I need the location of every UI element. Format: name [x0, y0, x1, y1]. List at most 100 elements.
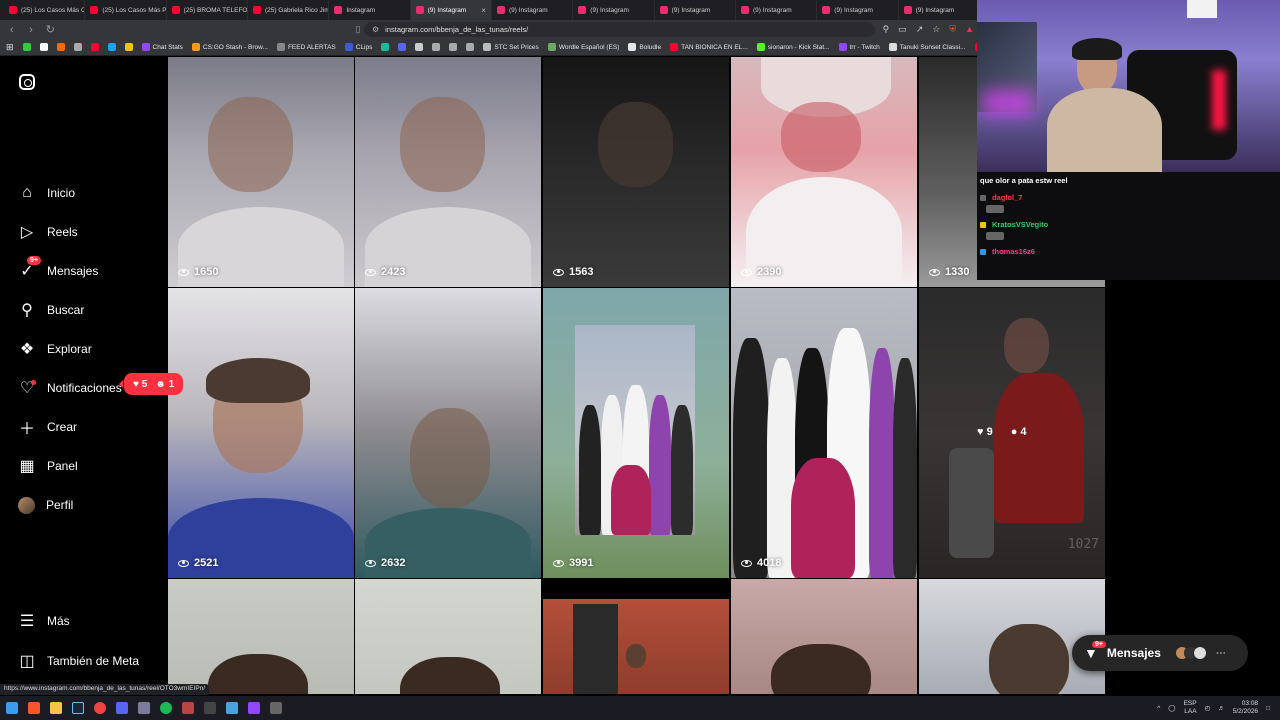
- nav-reels[interactable]: ▷ Reels: [18, 221, 78, 243]
- windows-start-icon[interactable]: [6, 702, 18, 714]
- reel-thumbnail[interactable]: [168, 579, 354, 694]
- bookmark-item[interactable]: Chat Stats: [141, 43, 183, 51]
- cast-icon[interactable]: ▭: [898, 24, 907, 35]
- app-icon[interactable]: [138, 702, 150, 714]
- share-icon[interactable]: ↗: [916, 24, 924, 35]
- obs-icon[interactable]: [182, 702, 194, 714]
- browser-tab[interactable]: (25) BROMA TELEFON: [167, 0, 248, 20]
- bookmark-item[interactable]: [381, 43, 390, 51]
- apps-icon[interactable]: ⊞: [6, 42, 14, 53]
- notifications-popup[interactable]: ♥ 5 ☻ 1: [118, 373, 184, 395]
- bookmark-item[interactable]: [432, 43, 441, 51]
- nav-buscar[interactable]: ⚲ Buscar: [18, 299, 84, 321]
- nav-crear[interactable]: ＋ Crear: [18, 416, 77, 438]
- nav-mas[interactable]: ☰ Más: [18, 610, 70, 632]
- back-icon[interactable]: ‹: [6, 24, 17, 36]
- bookmark-icon[interactable]: ▯: [352, 24, 364, 35]
- discord-icon[interactable]: [116, 702, 128, 714]
- bookmark-item[interactable]: FEED ALERTAS: [276, 43, 336, 51]
- reel-thumbnail[interactable]: [355, 579, 541, 694]
- reel-thumbnail[interactable]: 2632: [355, 288, 541, 578]
- browser-tab[interactable]: (9) Instagram ×: [410, 0, 492, 20]
- bookmark-item[interactable]: trr - Twitch: [838, 43, 880, 51]
- nav-notificaciones[interactable]: ♡ Notificaciones: [18, 377, 122, 399]
- chrome-icon[interactable]: [94, 702, 106, 714]
- bookmark-item[interactable]: [39, 43, 48, 51]
- rewards-icon[interactable]: ▲: [965, 24, 974, 35]
- reel-thumbnail[interactable]: [731, 579, 917, 694]
- bookmark-item[interactable]: [56, 43, 65, 51]
- bookmark-item[interactable]: STC Set Prices: [483, 43, 539, 51]
- bookmark-item[interactable]: [107, 43, 116, 51]
- forward-icon[interactable]: ›: [25, 24, 36, 36]
- twitch-icon[interactable]: [248, 702, 260, 714]
- browser-tab[interactable]: (9) Instagram: [899, 0, 980, 20]
- browser-tab[interactable]: Instagram: [329, 0, 411, 20]
- bookmark-item[interactable]: [449, 43, 458, 51]
- bookmark-item[interactable]: [90, 43, 99, 51]
- reel-thumbnail[interactable]: [543, 579, 729, 694]
- nav-explorar[interactable]: ❖ Explorar: [18, 338, 92, 360]
- reel-thumbnail[interactable]: 1650: [168, 57, 354, 287]
- language-indicator[interactable]: ESP LAA: [1184, 700, 1197, 716]
- reload-icon[interactable]: ↻: [45, 23, 56, 36]
- network-icon[interactable]: ◯: [1168, 704, 1175, 712]
- browser-tab[interactable]: (9) Instagram: [492, 0, 574, 20]
- bookmark-favicon-icon: [547, 43, 556, 51]
- bookmark-item[interactable]: Wordle Español (ES): [547, 43, 619, 51]
- chevron-up-icon[interactable]: ^: [1157, 705, 1160, 712]
- instagram-logo-icon[interactable]: [19, 74, 35, 90]
- clock[interactable]: 03:08 5/2/2026: [1233, 700, 1258, 716]
- nav-mensajes[interactable]: ✓ 9+ Mensajes: [18, 256, 98, 282]
- bookmark-item[interactable]: [124, 43, 133, 51]
- favicon-icon: [903, 6, 912, 14]
- nav-perfil[interactable]: Perfil: [18, 494, 73, 516]
- brave-shield-icon[interactable]: ⛨: [949, 24, 956, 35]
- app-icon[interactable]: [270, 702, 282, 714]
- reel-thumbnail[interactable]: [919, 579, 1105, 694]
- reel-thumbnail[interactable]: 4018: [731, 288, 917, 578]
- bookmark-item[interactable]: CLips: [344, 43, 372, 51]
- bookmark-item[interactable]: Boludle: [628, 43, 661, 51]
- browser-tab[interactable]: (9) Instagram: [573, 0, 655, 20]
- app-icon[interactable]: [204, 702, 216, 714]
- bookmark-item[interactable]: [73, 43, 82, 51]
- bookmark-item[interactable]: [415, 43, 424, 51]
- reel-thumbnail[interactable]: 3991: [543, 288, 729, 578]
- star-icon[interactable]: ☆: [932, 24, 940, 35]
- notifications-icon[interactable]: □: [1266, 705, 1270, 712]
- browser-tab[interactable]: (25) Los Casos Más Pe: [85, 0, 167, 20]
- reel-thumbnail[interactable]: 2423: [355, 57, 541, 287]
- app-icon[interactable]: [226, 702, 238, 714]
- bookmark-item[interactable]: CS:GO Stash - Brow...: [191, 43, 268, 51]
- bookmark-item[interactable]: sionaron - Kick Stat...: [756, 43, 830, 51]
- volume-icon[interactable]: ♬: [1218, 705, 1225, 712]
- browser-tab[interactable]: (9) Instagram: [655, 0, 736, 20]
- folder-icon[interactable]: [50, 702, 62, 714]
- nav-inicio[interactable]: ⌂ Inicio: [18, 182, 75, 204]
- bookmark-item[interactable]: [398, 43, 407, 51]
- browser-tab[interactable]: (25) Gabriela Rico Jim: [248, 0, 330, 20]
- tab-close-icon[interactable]: ×: [481, 6, 486, 15]
- site-info-icon[interactable]: ⚙: [372, 25, 379, 34]
- bookmark-item[interactable]: [466, 43, 475, 51]
- zoom-icon[interactable]: ⚲: [883, 24, 890, 35]
- browser-tab[interactable]: (9) Instagram: [817, 0, 899, 20]
- browser-tab[interactable]: (25) Los Casos Más Cri: [4, 0, 86, 20]
- bookmark-item[interactable]: Tanuki Sunset Classi...: [888, 43, 966, 51]
- url-field[interactable]: ⚙ instagram.com/bbenja_de_las_tunas/reel…: [363, 22, 875, 37]
- messages-floating-button[interactable]: ▼ 9+ Mensajes ⋯: [1072, 635, 1248, 671]
- browser-tab[interactable]: (9) Instagram: [736, 0, 818, 20]
- wifi-icon[interactable]: ◴: [1205, 704, 1211, 712]
- bookmark-item[interactable]: TAN BIONICA EN EL...: [670, 43, 748, 51]
- steam-icon[interactable]: [72, 702, 84, 714]
- brave-icon[interactable]: [28, 702, 40, 714]
- reel-thumbnail-hovered[interactable]: ♥ 9 ● 4 1027: [919, 288, 1105, 578]
- reel-thumbnail[interactable]: 2521: [168, 288, 354, 578]
- nav-tambien-de-meta[interactable]: ◫ También de Meta: [18, 650, 139, 672]
- reel-thumbnail[interactable]: 1563: [543, 57, 729, 287]
- bookmark-item[interactable]: [22, 43, 31, 51]
- nav-panel[interactable]: ▦ Panel: [18, 455, 77, 477]
- spotify-icon[interactable]: [160, 702, 172, 714]
- reel-thumbnail[interactable]: 2390: [731, 57, 917, 287]
